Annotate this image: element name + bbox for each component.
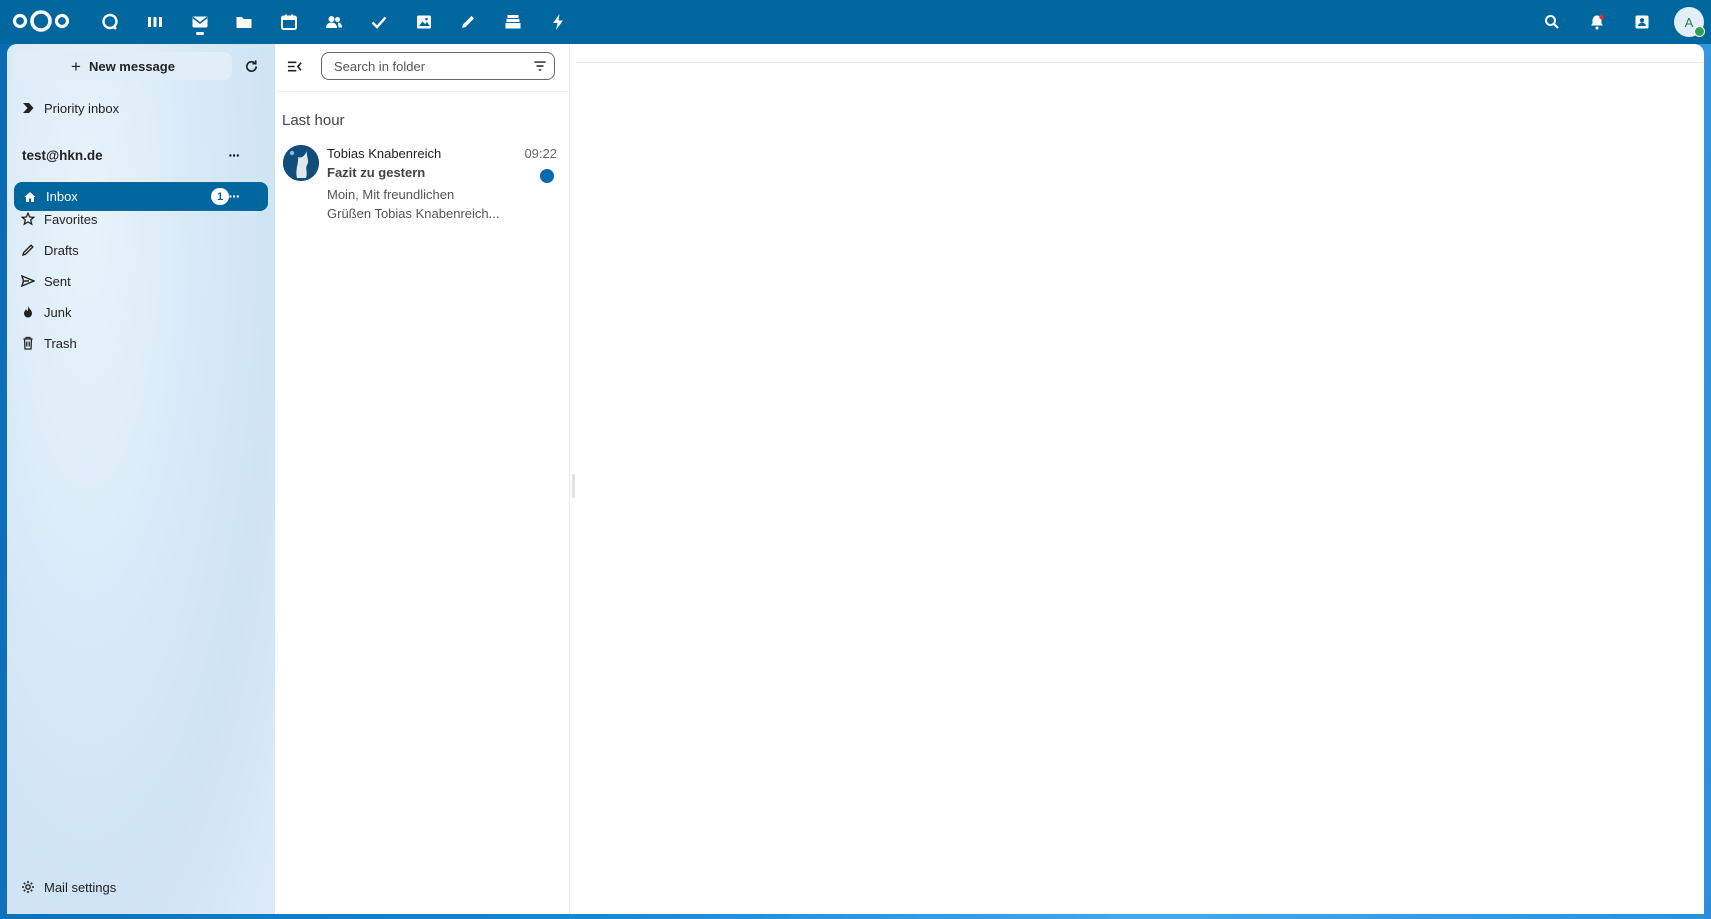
top-bar: A [0, 0, 1711, 44]
folder-label: Junk [44, 304, 72, 320]
notes-icon[interactable] [454, 8, 482, 36]
search-input[interactable] [332, 57, 526, 75]
account-more-icon[interactable]: ··· [224, 145, 244, 165]
folder-label: Sent [44, 273, 71, 289]
folder-label: Drafts [44, 242, 79, 258]
tasks-icon[interactable] [365, 8, 393, 36]
folder-drafts[interactable]: Drafts [20, 236, 79, 264]
refresh-icon[interactable] [241, 56, 261, 76]
folder-label: Inbox [46, 189, 78, 204]
contacts-menu-icon[interactable] [1628, 8, 1656, 36]
mail-icon[interactable] [186, 8, 214, 36]
home-icon [22, 189, 38, 205]
folder-search[interactable] [321, 52, 555, 80]
priority-inbox-item[interactable]: Priority inbox [20, 94, 119, 122]
priority-chevron-icon [20, 100, 36, 116]
navigation-sidebar: + New message Priority inbox test@hkn.de… [7, 44, 275, 914]
message-time: 09:22 [524, 146, 557, 161]
pencil-icon [20, 242, 36, 258]
message-subject: Fazit zu gestern [327, 165, 426, 180]
user-initial: A [1684, 14, 1694, 30]
divider [275, 91, 569, 92]
new-message-button[interactable]: + New message [14, 52, 232, 80]
priority-inbox-label: Priority inbox [44, 100, 120, 116]
new-message-label: New message [88, 58, 175, 74]
message-sender: Tobias Knabenreich [327, 146, 442, 161]
message-preview-line: Grüßen Tobias Knabenreich... [327, 206, 500, 221]
unread-indicator [540, 169, 554, 183]
toggle-sidebar-icon[interactable] [284, 56, 304, 76]
user-avatar[interactable]: A [1674, 7, 1705, 37]
plus-icon: + [71, 56, 81, 76]
inbox-more-icon[interactable]: ··· [224, 186, 244, 206]
panel-resize-handle[interactable] [572, 474, 575, 498]
mail-settings-label: Mail settings [44, 879, 117, 895]
app-content: + New message Priority inbox test@hkn.de… [7, 44, 1704, 914]
mail-settings-button[interactable]: Mail settings [20, 873, 116, 901]
files-icon[interactable] [230, 8, 258, 36]
gear-icon [20, 879, 36, 895]
deck-icon[interactable] [499, 8, 527, 36]
trash-icon [20, 335, 36, 351]
online-status-dot [1694, 26, 1705, 37]
account-email: test@hkn.de [22, 148, 103, 163]
reading-pane [570, 44, 1704, 914]
flow-icon[interactable] [544, 8, 572, 36]
fire-icon [20, 304, 36, 320]
folder-label: Favorites [44, 211, 98, 227]
activity-icon[interactable] [141, 8, 169, 36]
sender-avatar [283, 145, 319, 181]
message-preview: Moin, Mit freundlichen Grüßen Tobias Kna… [327, 185, 517, 223]
star-icon [20, 211, 36, 227]
dashboard-icon[interactable] [96, 8, 124, 36]
folder-trash[interactable]: Trash [20, 329, 77, 357]
search-icon[interactable] [1538, 8, 1566, 36]
message-list-item[interactable]: Tobias Knabenreich 09:22 Fazit zu gester… [275, 140, 569, 230]
folder-junk[interactable]: Junk [20, 298, 71, 326]
send-icon [20, 273, 36, 289]
message-preview-line: Moin, Mit freundlichen [327, 187, 455, 202]
notifications-bell-icon[interactable] [1583, 8, 1611, 36]
folder-label: Trash [44, 335, 77, 351]
date-group-heading: Last hour [282, 112, 345, 129]
photos-icon[interactable] [410, 8, 438, 36]
filter-icon[interactable] [532, 58, 548, 74]
folder-sent[interactable]: Sent [20, 267, 71, 295]
active-app-indicator [196, 32, 204, 35]
nextcloud-logo[interactable] [12, 8, 70, 34]
pane-divider [576, 62, 1704, 63]
calendar-icon[interactable] [275, 8, 303, 36]
folder-favorites[interactable]: Favorites [20, 205, 97, 233]
message-list-panel: Last hour Tobias Knabenreich 09:22 Fazit… [275, 44, 570, 914]
contacts-icon[interactable] [320, 8, 348, 36]
